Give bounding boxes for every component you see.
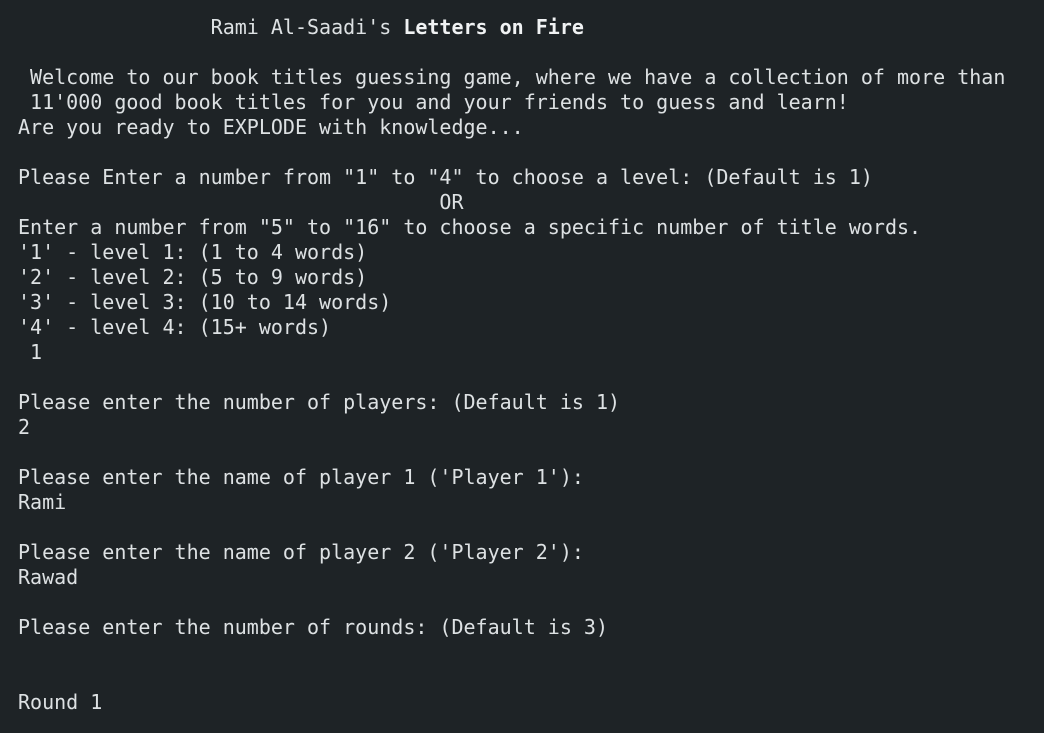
player2-prompt: Please enter the name of player 2 ('Play… [18, 540, 584, 564]
level-input: 1 [18, 340, 43, 364]
player1-input: Rami [18, 490, 67, 514]
terminal-output[interactable]: Rami Al-Saadi's Letters on Fire Welcome … [18, 15, 1038, 730]
intro-line-2: 11'000 good book titles for you and your… [18, 90, 849, 114]
game-title: Letters on Fire [403, 15, 584, 39]
players-input: 2 [18, 415, 31, 439]
level-prompt-or: OR [18, 190, 464, 214]
game-title-line: Rami Al-Saadi's Letters on Fire [18, 15, 1038, 40]
level-prompt-line-2: Enter a number from "5" to "16" to choos… [18, 215, 922, 239]
rounds-input [18, 640, 1038, 665]
round-label: Round 1 [18, 690, 103, 714]
player2-input: Rawad [18, 565, 79, 589]
level-prompt-line-1: Please Enter a number from "1" to "4" to… [18, 165, 873, 189]
players-prompt: Please enter the number of players: (Def… [18, 390, 621, 414]
intro-line-1: Welcome to our book titles guessing game… [18, 65, 1006, 89]
level-option-2: '2' - level 2: (5 to 9 words) [18, 265, 368, 289]
player1-prompt: Please enter the name of player 1 ('Play… [18, 465, 584, 489]
rounds-prompt: Please enter the number of rounds: (Defa… [18, 615, 609, 639]
game-title-prefix: Rami Al-Saadi's [18, 15, 404, 39]
level-option-3: '3' - level 3: (10 to 14 words) [18, 290, 392, 314]
intro-line-3: Are you ready to EXPLODE with knowledge.… [18, 115, 524, 139]
level-option-4: '4' - level 4: (15+ words) [18, 315, 332, 339]
level-option-1: '1' - level 1: (1 to 4 words) [18, 240, 368, 264]
